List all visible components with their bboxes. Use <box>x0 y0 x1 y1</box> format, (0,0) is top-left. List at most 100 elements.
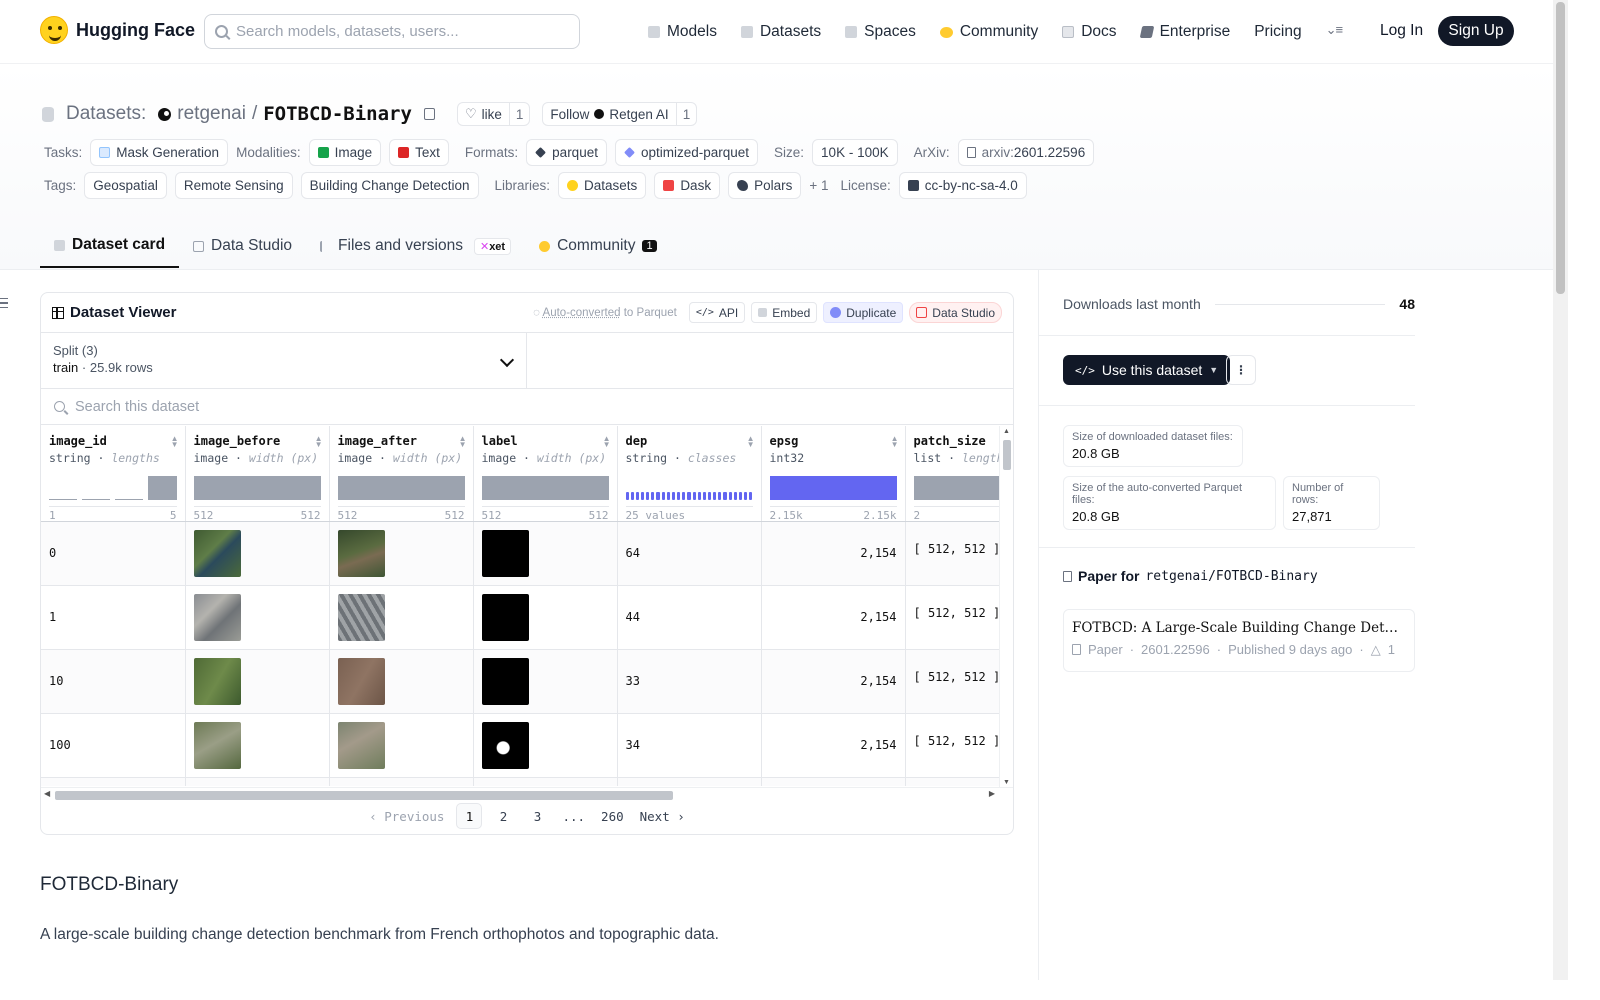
global-search-input[interactable]: Search models, datasets, users... <box>204 14 580 49</box>
scrollbar-thumb[interactable] <box>55 791 673 800</box>
follow-button[interactable]: Follow Retgen AI 1 <box>542 102 698 126</box>
next-page-button[interactable]: Next › <box>636 803 689 829</box>
nav-models[interactable]: Models <box>648 23 717 41</box>
library-datasets-tag[interactable]: Datasets <box>558 172 647 199</box>
label-mask-thumbnail[interactable] <box>481 529 529 577</box>
column-header-dep[interactable]: dep string · classes ▲ ▼ 25 values <box>617 426 762 522</box>
dataset-search-input[interactable]: Search this dataset <box>41 389 1013 425</box>
column-header-patch-size[interactable]: patch_size list · lengths 2 <box>905 426 999 522</box>
scroll-down-icon[interactable]: ▼ <box>1003 779 1010 786</box>
cell-dep[interactable]: 34 <box>617 713 762 778</box>
cell-image-id[interactable]: 10 <box>41 649 186 714</box>
label-mask-thumbnail[interactable] <box>481 785 529 786</box>
library-dask-tag[interactable]: Dask <box>654 172 721 199</box>
size-tag[interactable]: 10K - 100K <box>812 139 898 166</box>
table-of-contents-icon[interactable] <box>0 298 8 308</box>
login-link[interactable]: Log In <box>1380 22 1423 40</box>
cell-image-before[interactable] <box>185 713 330 778</box>
cell-patch-size[interactable]: [ 512, 512 ] <box>905 585 999 650</box>
cell-image-id[interactable] <box>41 777 186 786</box>
cell-image-before[interactable] <box>185 521 330 586</box>
tab-data-studio[interactable]: Data Studio <box>179 224 306 268</box>
nav-community[interactable]: Community <box>939 23 1038 41</box>
label-mask-thumbnail[interactable] <box>481 593 529 641</box>
image-after-thumbnail[interactable] <box>337 529 385 577</box>
modality-text-tag[interactable]: Text <box>389 139 449 166</box>
label-mask-thumbnail[interactable] <box>481 657 529 705</box>
cell-image-id[interactable]: 1 <box>41 585 186 650</box>
cell-epsg[interactable]: 2,154 <box>761 713 906 778</box>
more-options-button[interactable]: ⋮ <box>1226 355 1256 385</box>
cell-patch-size[interactable]: [ 512, 512 ] <box>905 521 999 586</box>
column-header-image-before[interactable]: image_before image · width (px) ▲ ▼ 512 51… <box>185 426 330 522</box>
arxiv-tag[interactable]: arxiv: 2601.22596 <box>957 139 1095 166</box>
libraries-more-link[interactable]: + 1 <box>809 178 828 193</box>
table-row[interactable]: 10 33 2,154 [ 512, 512 ] <box>41 649 999 714</box>
api-button[interactable]: </> API <box>688 302 746 323</box>
cell-epsg[interactable] <box>761 777 906 786</box>
more-menu-icon[interactable] <box>1326 22 1344 38</box>
cell-image-id[interactable]: 0 <box>41 521 186 586</box>
image-before-thumbnail[interactable] <box>193 785 241 786</box>
image-before-thumbnail[interactable] <box>193 657 241 705</box>
cell-dep[interactable] <box>617 777 762 786</box>
table-row[interactable]: 0 64 2,154 [ 512, 512 ] <box>41 521 999 586</box>
image-after-thumbnail[interactable] <box>337 657 385 705</box>
column-header-epsg[interactable]: epsg int32 ▲ ▼ 2.15k 2.15k <box>761 426 906 522</box>
cell-patch-size[interactable] <box>905 777 999 786</box>
like-button[interactable]: ♡ like 1 <box>456 102 531 126</box>
cell-dep[interactable]: 33 <box>617 649 762 714</box>
logo[interactable]: Hugging Face <box>40 16 195 44</box>
cell-epsg[interactable]: 2,154 <box>761 649 906 714</box>
label-mask-thumbnail[interactable] <box>481 721 529 769</box>
cell-epsg[interactable]: 2,154 <box>761 585 906 650</box>
scroll-left-icon[interactable]: ◀ <box>44 789 50 798</box>
cell-patch-size[interactable]: [ 512, 512 ] <box>905 649 999 714</box>
page-3-button[interactable]: 3 <box>524 803 550 829</box>
sort-icon[interactable]: ▲ ▼ <box>603 435 611 449</box>
split-select[interactable]: Split (3) train · 25.9k rows <box>41 333 527 388</box>
cell-label[interactable] <box>473 649 618 714</box>
column-header-label[interactable]: label image · width (px) ▲ ▼ 512 512 <box>473 426 618 522</box>
cell-label[interactable] <box>473 777 618 786</box>
cell-image-after[interactable] <box>329 777 474 786</box>
cell-image-before[interactable] <box>185 585 330 650</box>
image-before-thumbnail[interactable] <box>193 721 241 769</box>
tag-remote-sensing[interactable]: Remote Sensing <box>174 172 293 199</box>
page-2-button[interactable]: 2 <box>490 803 516 829</box>
format-parquet-tag[interactable]: parquet <box>526 139 607 166</box>
page-1-button[interactable]: 1 <box>456 803 483 829</box>
repo-name[interactable]: FOTBCD-Binary <box>263 103 412 125</box>
paper-card[interactable]: FOTBCD: A Large-Scale Building Change De… <box>1063 609 1415 672</box>
table-row[interactable] <box>41 777 999 786</box>
sort-icon[interactable]: ▲ ▼ <box>171 435 179 449</box>
cell-label[interactable] <box>473 713 618 778</box>
tab-dataset-card[interactable]: Dataset card <box>40 224 180 268</box>
cell-patch-size[interactable]: [ 512, 512 ] <box>905 713 999 778</box>
nav-datasets[interactable]: Datasets <box>740 23 821 41</box>
scroll-up-icon[interactable]: ▲ <box>1003 428 1010 435</box>
cell-image-after[interactable] <box>329 713 474 778</box>
sort-icon[interactable]: ▲ ▼ <box>315 435 323 449</box>
tab-community[interactable]: Community 1 <box>525 224 671 268</box>
cell-image-after[interactable] <box>329 521 474 586</box>
page-last-button[interactable]: 260 <box>597 803 628 829</box>
image-before-thumbnail[interactable] <box>193 529 241 577</box>
sort-icon[interactable]: ▲ ▼ <box>747 435 755 449</box>
cell-image-before[interactable] <box>185 777 330 786</box>
use-this-dataset-button[interactable]: </> Use this dataset ▼ <box>1063 355 1231 385</box>
tab-files[interactable]: Files and versions ✕xet <box>306 224 525 268</box>
license-tag[interactable]: cc-by-nc-sa-4.0 <box>898 172 1027 199</box>
nav-spaces[interactable]: Spaces <box>845 23 916 41</box>
image-before-thumbnail[interactable] <box>193 593 241 641</box>
copy-icon[interactable] <box>423 108 435 120</box>
tag-geospatial[interactable]: Geospatial <box>84 172 167 199</box>
table-horizontal-scrollbar[interactable]: ◀ ▶ <box>41 787 1013 801</box>
cell-image-after[interactable] <box>329 585 474 650</box>
image-after-thumbnail[interactable] <box>337 593 385 641</box>
column-header-image-after[interactable]: image_after image · width (px) ▲ ▼ 512 512 <box>329 426 474 522</box>
auto-converted-link[interactable]: Auto-converted <box>543 307 621 319</box>
format-optimized-parquet-tag[interactable]: optimized-parquet <box>614 139 759 166</box>
modality-image-tag[interactable]: Image <box>308 139 382 166</box>
column-header-image-id[interactable]: image_id string · lengths ▲ ▼ 15 <box>41 426 186 522</box>
